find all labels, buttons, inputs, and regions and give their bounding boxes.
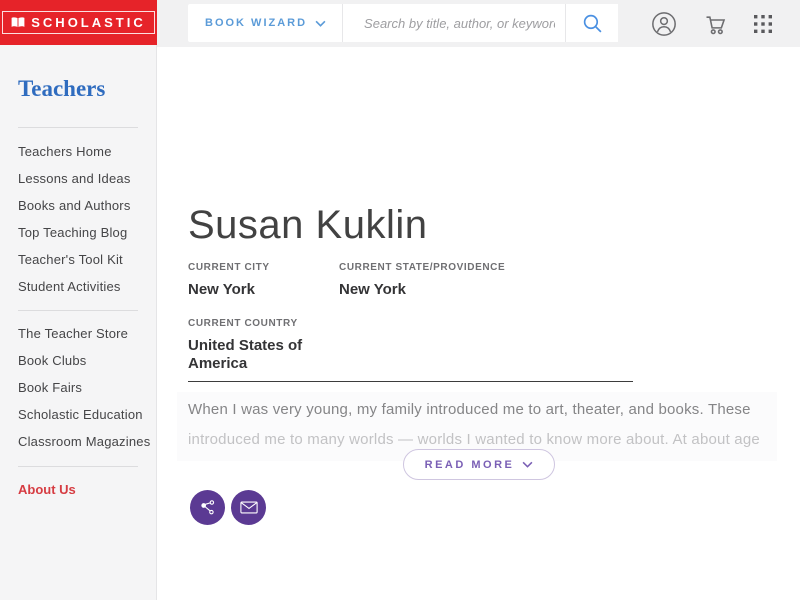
current-state-value: New York bbox=[339, 281, 406, 298]
sidebar-item-student-activities[interactable]: Student Activities bbox=[0, 273, 157, 300]
sidebar-divider bbox=[18, 310, 138, 311]
scholastic-logo[interactable]: SCHOLASTIC bbox=[0, 0, 157, 45]
page: SCHOLASTIC BOOK WIZARD Search by title, … bbox=[0, 0, 800, 600]
current-city-field: CURRENT CITY New York bbox=[188, 262, 270, 299]
sidebar-item-scholastic-education[interactable]: Scholastic Education bbox=[0, 401, 157, 428]
current-country-value: United States of America bbox=[188, 337, 303, 372]
logo-frame: SCHOLASTIC bbox=[2, 11, 155, 34]
share-icon bbox=[200, 499, 214, 514]
sidebar-item-top-teaching-blog[interactable]: Top Teaching Blog bbox=[0, 219, 157, 246]
sidebar-item-about-us[interactable]: About Us bbox=[18, 476, 76, 503]
email-button[interactable] bbox=[231, 490, 266, 525]
sidebar-divider bbox=[18, 127, 138, 128]
logo-text: SCHOLASTIC bbox=[31, 15, 146, 30]
current-state-label: CURRENT STATE/PROVIDENCE bbox=[339, 262, 506, 273]
sidebar-item-the-teacher-store[interactable]: The Teacher Store bbox=[0, 320, 157, 347]
sidebar-title-teachers[interactable]: Teachers bbox=[18, 76, 105, 102]
sidebar-item-lessons-and-ideas[interactable]: Lessons and Ideas bbox=[0, 165, 157, 192]
author-name-heading: Susan Kuklin bbox=[188, 203, 428, 247]
current-city-label: CURRENT CITY bbox=[188, 262, 270, 273]
account-icon bbox=[652, 12, 676, 36]
cart-icon bbox=[706, 15, 725, 34]
share-button-row bbox=[190, 490, 266, 525]
sidebar-item-teachers-home[interactable]: Teachers Home bbox=[0, 138, 157, 165]
current-state-field: CURRENT STATE/PROVIDENCE New York bbox=[339, 262, 505, 299]
chevron-down-icon bbox=[522, 461, 533, 468]
sidebar: Teachers Teachers Home Lessons and Ideas… bbox=[0, 45, 157, 600]
open-book-icon bbox=[11, 17, 25, 28]
sidebar-item-book-fairs[interactable]: Book Fairs bbox=[0, 374, 157, 401]
grid-menu-icon bbox=[754, 15, 772, 33]
sidebar-item-books-and-authors[interactable]: Books and Authors bbox=[0, 192, 157, 219]
read-more-label: READ MORE bbox=[424, 458, 515, 471]
sidebar-divider bbox=[18, 466, 138, 467]
sidebar-item-teachers-tool-kit[interactable]: Teacher's Tool Kit bbox=[0, 246, 157, 273]
apps-menu-button[interactable] bbox=[748, 9, 778, 39]
share-button[interactable] bbox=[190, 490, 225, 525]
search-bar: BOOK WIZARD bbox=[188, 4, 618, 42]
sidebar-nav-group-1: Teachers Home Lessons and Ideas Books an… bbox=[0, 138, 157, 300]
book-wizard-dropdown[interactable]: BOOK WIZARD bbox=[188, 4, 344, 42]
bio-line-1: When I was very young, my family introdu… bbox=[188, 401, 751, 418]
current-country-label: CURRENT COUNTRY bbox=[188, 318, 298, 329]
read-more-button[interactable]: READ MORE bbox=[403, 449, 555, 480]
account-button[interactable] bbox=[649, 9, 679, 39]
search-input[interactable] bbox=[343, 4, 565, 42]
chevron-down-icon bbox=[315, 20, 326, 27]
search-submit-button[interactable] bbox=[565, 4, 618, 42]
email-icon bbox=[239, 501, 258, 514]
search-icon bbox=[583, 14, 601, 32]
sidebar-nav-group-2: The Teacher Store Book Clubs Book Fairs … bbox=[0, 320, 157, 455]
book-wizard-label: BOOK WIZARD bbox=[205, 17, 308, 29]
author-profile-main: Susan Kuklin CURRENT CITY New York CURRE… bbox=[157, 47, 800, 600]
cart-button[interactable] bbox=[700, 9, 730, 39]
current-country-field: CURRENT COUNTRY United States of America bbox=[188, 318, 313, 373]
top-header: SCHOLASTIC BOOK WIZARD bbox=[0, 0, 800, 47]
bio-divider-rule bbox=[188, 381, 633, 382]
sidebar-item-classroom-magazines[interactable]: Classroom Magazines bbox=[0, 428, 157, 455]
sidebar-item-book-clubs[interactable]: Book Clubs bbox=[0, 347, 157, 374]
current-city-value: New York bbox=[188, 281, 255, 298]
